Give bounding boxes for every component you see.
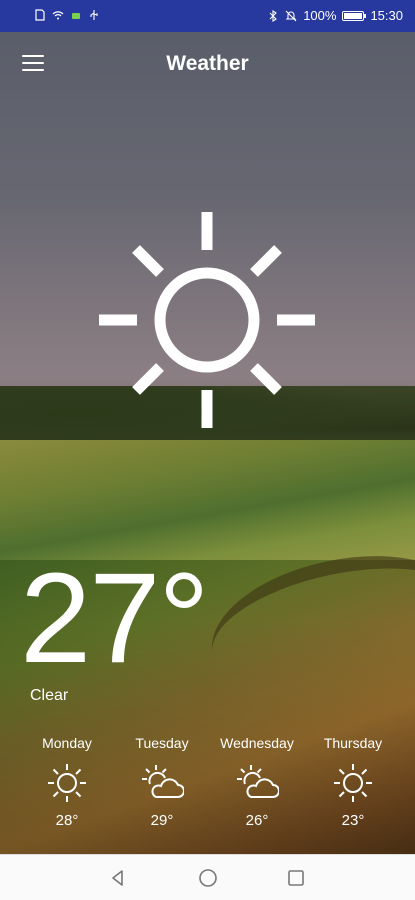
forecast-day-name: Thursday xyxy=(323,735,383,751)
weather-screen: 100% 15:30 Weather 27° Clear Monday 28° … xyxy=(0,0,415,900)
sim-icon xyxy=(35,9,45,21)
sun-icon xyxy=(334,764,372,802)
sun-icon xyxy=(99,212,315,428)
forecast-day-name: Tuesday xyxy=(135,735,189,751)
partly-cloudy-icon xyxy=(142,765,184,798)
bluetooth-icon xyxy=(269,9,278,22)
forecast-temp: 29° xyxy=(150,812,174,829)
page-title: Weather xyxy=(166,52,249,75)
mute-icon xyxy=(285,10,297,21)
forecast-temp: 26° xyxy=(245,812,269,829)
system-nav-bar xyxy=(0,854,415,900)
battery-icon xyxy=(342,10,367,21)
usb-icon xyxy=(90,10,98,20)
current-condition: Clear xyxy=(30,687,69,704)
forecast-temp: 23° xyxy=(341,812,365,829)
forecast-day[interactable]: Thursday 23° xyxy=(305,735,401,829)
forecast-day-name: Monday xyxy=(42,735,92,751)
clock: 15:30 xyxy=(370,8,403,23)
current-temperature: 27° xyxy=(20,547,210,690)
sun-icon xyxy=(48,764,86,802)
back-icon[interactable] xyxy=(108,868,128,888)
android-icon xyxy=(72,13,80,19)
battery-percent: 100% xyxy=(303,8,337,23)
home-icon[interactable] xyxy=(198,868,218,888)
wifi-icon xyxy=(52,11,64,20)
recents-icon[interactable] xyxy=(286,868,306,888)
status-bar: 100% 15:30 xyxy=(0,0,415,32)
forecast-day[interactable]: Tuesday 29° xyxy=(114,735,210,829)
forecast-day[interactable]: Monday 28° xyxy=(19,735,115,829)
forecast-temp: 28° xyxy=(55,812,79,829)
forecast-day[interactable]: Wednesday 26° xyxy=(209,735,305,829)
forecast-day-name: Wednesday xyxy=(220,735,294,751)
partly-cloudy-icon xyxy=(237,765,279,798)
